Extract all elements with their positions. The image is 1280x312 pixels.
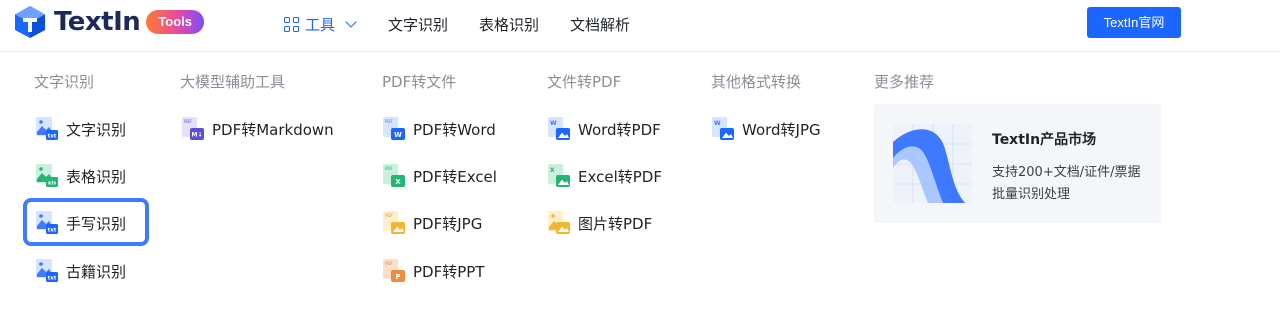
card-description-line1: 支持200+文档/证件/票据: [992, 165, 1141, 180]
svg-text:xls: xls: [48, 181, 57, 187]
menu-item-label: Word转PDF: [578, 120, 661, 139]
tools-badge: Tools: [146, 10, 205, 34]
product-market-card[interactable]: TextIn产品市场 支持200+文档/证件/票据 批量识别处理: [874, 104, 1161, 223]
menu-item-label: 表格识别: [66, 167, 127, 186]
menu-item-pdf-to-ppt[interactable]: PDF P PDF转PPT: [382, 256, 484, 286]
menu-item-ancient-text-recognition[interactable]: txt 古籍识别: [35, 256, 126, 286]
svg-text:txt: txt: [48, 134, 57, 140]
textin-official-site-button[interactable]: TextIn官网: [1087, 7, 1181, 38]
svg-text:PDF: PDF: [385, 119, 393, 124]
selection-highlight-frame: [23, 198, 149, 246]
svg-text:P: P: [395, 273, 400, 281]
menu-item-pdf-to-jpg[interactable]: PDF PDF转JPG: [382, 208, 482, 238]
word-pdf-icon: W: [548, 117, 570, 140]
menu-item-label: Word转JPG: [742, 120, 821, 139]
image-table-icon: xls: [36, 164, 58, 187]
nav-table-recognition[interactable]: 表格识别: [479, 13, 539, 35]
svg-text:PDF: PDF: [385, 213, 393, 218]
svg-text:W: W: [550, 120, 557, 127]
menu-item-label: PDF转PPT: [413, 262, 485, 281]
menu-item-label: PDF转Excel: [413, 167, 497, 186]
pdf-ppt-icon: PDF P: [383, 259, 405, 282]
logo-mark-icon: [15, 6, 45, 38]
menu-item-table-recognition[interactable]: xls 表格识别: [35, 161, 126, 191]
menu-item-image-to-pdf[interactable]: 图片转PDF: [547, 208, 652, 238]
menu-item-label: PDF转JPG: [413, 214, 483, 233]
pdf-jpg-icon: PDF: [383, 211, 405, 234]
product-market-image: [893, 124, 972, 203]
menu-item-label: PDF转Markdown: [212, 120, 334, 139]
menu-item-text-recognition[interactable]: txt 文字识别: [35, 114, 126, 144]
markdown-file-icon: PDF M↓: [182, 117, 204, 140]
word-jpg-icon: W: [712, 117, 734, 140]
column-title-llm-tools: 大模型辅助工具: [180, 73, 286, 91]
grid-icon: [284, 16, 299, 32]
menu-item-label: PDF转Word: [413, 120, 496, 139]
svg-text:M↓: M↓: [192, 132, 203, 139]
column-title-file-to-pdf: 文件转PDF: [547, 73, 622, 91]
menu-item-word-to-jpg[interactable]: W Word转JPG: [711, 114, 821, 144]
card-title: TextIn产品市场: [992, 132, 1097, 148]
svg-text:PDF: PDF: [385, 261, 393, 266]
svg-text:PDF: PDF: [184, 119, 192, 124]
column-title-other-formats: 其他格式转换: [711, 73, 802, 91]
chevron-down-icon: [345, 16, 357, 28]
menu-item-label: 文字识别: [66, 120, 127, 139]
image-text-icon: txt: [36, 259, 58, 282]
menu-item-label: 古籍识别: [66, 262, 127, 281]
menu-item-word-to-pdf[interactable]: W Word转PDF: [547, 114, 661, 144]
textin-logo[interactable]: TextIn Tools: [14, 5, 205, 39]
menu-item-pdf-to-markdown[interactable]: PDF M↓ PDF转Markdown: [181, 114, 334, 144]
image-pdf-icon: [548, 211, 570, 234]
card-description-line2: 批量识别处理: [992, 187, 1071, 202]
card-description: 支持200+文档/证件/票据 批量识别处理: [992, 162, 1152, 206]
svg-text:W: W: [714, 120, 721, 127]
menu-item-excel-to-pdf[interactable]: X Excel转PDF: [547, 161, 662, 191]
menu-item-label: 图片转PDF: [578, 214, 653, 233]
image-text-icon: txt: [36, 117, 58, 140]
nav-document-parsing[interactable]: 文档解析: [570, 13, 630, 35]
svg-text:X: X: [395, 178, 401, 186]
excel-pdf-icon: X: [548, 164, 570, 187]
nav-text-recognition[interactable]: 文字识别: [388, 13, 448, 35]
column-title-text-recognition: 文字识别: [34, 73, 95, 91]
menu-item-pdf-to-word[interactable]: PDF W PDF转Word: [382, 114, 496, 144]
nav-label-tools: 工具: [305, 15, 336, 34]
menu-item-pdf-to-excel[interactable]: PDF X PDF转Excel: [382, 161, 497, 191]
svg-text:txt: txt: [48, 276, 57, 282]
svg-text:W: W: [394, 131, 402, 139]
main-nav: 工具 文字识别 表格识别 文档解析: [284, 13, 630, 35]
top-header: TextIn Tools 工具 文字识别 表格识别 文档解析 TextIn官网: [0, 0, 1280, 52]
logo-text: TextIn: [54, 7, 141, 37]
column-title-recommend: 更多推荐: [874, 73, 935, 91]
svg-text:X: X: [550, 167, 555, 174]
column-title-pdf-to-file: PDF转文件: [382, 73, 457, 91]
pdf-excel-icon: PDF X: [383, 164, 405, 187]
menu-item-label: Excel转PDF: [578, 167, 662, 186]
svg-text:PDF: PDF: [385, 166, 393, 171]
nav-tools-dropdown[interactable]: 工具: [284, 13, 357, 35]
pdf-word-icon: PDF W: [383, 117, 405, 140]
